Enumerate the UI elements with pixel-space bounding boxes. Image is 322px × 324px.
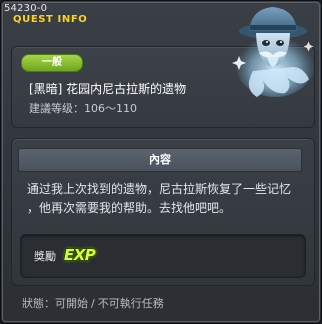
reward-box [20, 234, 306, 278]
quest-info-window: 54230-0 QUEST INFO 一般 [黑暗] 花园内尼古拉斯的遗物 建議… [0, 0, 322, 324]
exp-icon-text: EXP [64, 246, 96, 264]
quest-recommended-level: 建議等级：106～110 [29, 102, 137, 115]
status-available: 可開始 [55, 297, 88, 310]
window-title: QUEST INFO [13, 14, 88, 25]
nicholas-ghost-icon [232, 7, 315, 97]
exp-icon: EXP [64, 244, 102, 266]
quest-id: 54230-0 [4, 3, 48, 14]
quest-type-badge: 一般 [21, 54, 83, 72]
status-separator: / [91, 297, 95, 310]
status-unavailable: 不可執行任務 [97, 297, 164, 310]
description-line: 通过我上次找到的遗物，尼古拉斯恢复了一些记忆 [27, 182, 292, 196]
description-line: ，他再次需要我的帮助。去找他吧吧。 [27, 201, 232, 215]
content-header: 內容 [18, 148, 302, 172]
quest-status: 狀態：可開始 / 不可執行任務 [22, 295, 164, 311]
quest-title: [黑暗] 花园内尼古拉斯的遗物 [29, 82, 187, 96]
quest-description: 通过我上次找到的遗物，尼古拉斯恢复了一些记忆 ，他再次需要我的帮助。去找他吧吧。 [27, 180, 297, 218]
status-prefix: 狀態： [22, 297, 55, 310]
reward-label: 獎勵 [34, 250, 56, 263]
